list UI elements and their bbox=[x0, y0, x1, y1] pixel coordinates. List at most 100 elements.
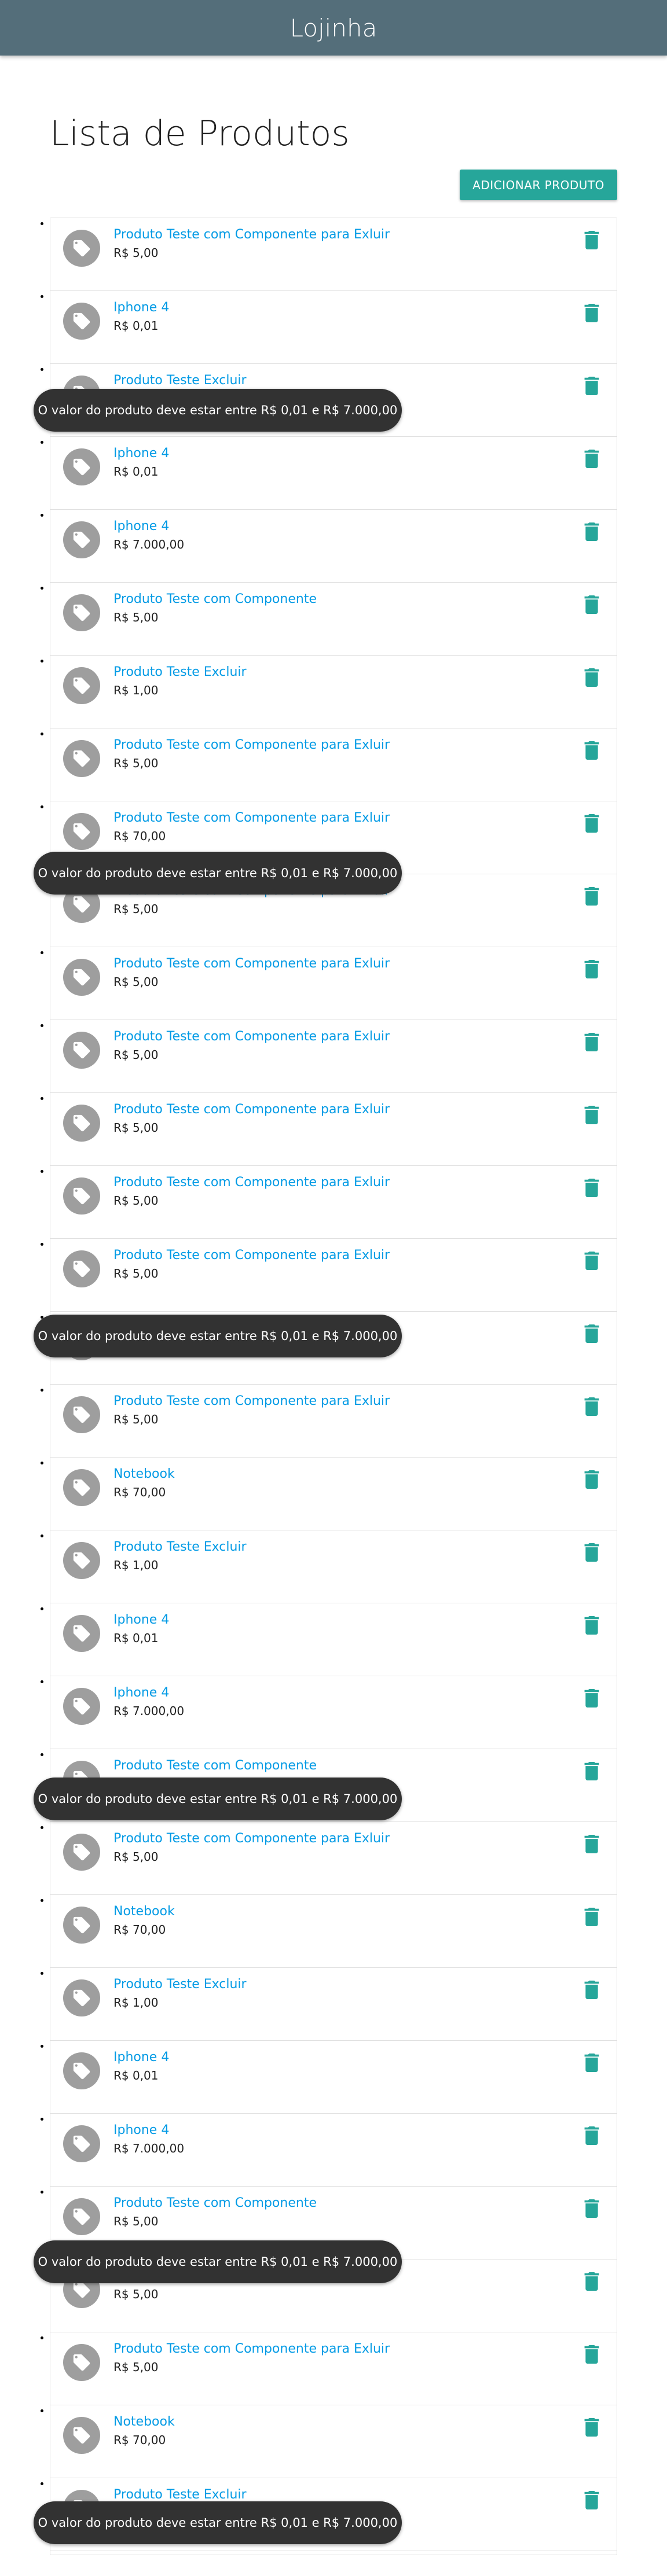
trash-icon[interactable] bbox=[583, 1469, 600, 1490]
tag-icon bbox=[63, 521, 100, 558]
tag-icon bbox=[63, 1907, 100, 1944]
trash-icon[interactable] bbox=[583, 303, 600, 323]
product-name-link[interactable]: Produto Teste com Componente bbox=[113, 592, 317, 606]
product-price: R$ 70,00 bbox=[113, 1485, 166, 1499]
product-list-item: Iphone 4 R$ 0,01 bbox=[50, 291, 617, 364]
product-price: R$ 5,00 bbox=[113, 1121, 159, 1135]
product-price: R$ 5,00 bbox=[113, 246, 159, 260]
error-toast: O valor do produto deve estar entre R$ 0… bbox=[34, 1778, 402, 1820]
product-name-link[interactable]: Iphone 4 bbox=[113, 2123, 169, 2137]
trash-icon[interactable] bbox=[583, 1761, 600, 1782]
trash-icon[interactable] bbox=[583, 2344, 600, 2365]
brand-logo-link[interactable]: Lojinha bbox=[290, 14, 378, 42]
product-name-link[interactable]: Produto Teste com Componente para Exluir bbox=[113, 738, 390, 752]
product-name-link[interactable]: Produto Teste Excluir bbox=[113, 2487, 247, 2502]
product-name-link[interactable]: Produto Teste Excluir bbox=[113, 1540, 247, 1554]
product-price: R$ 0,01 bbox=[113, 1631, 159, 1645]
tag-icon bbox=[63, 1979, 100, 2016]
product-name-link[interactable]: Iphone 4 bbox=[113, 519, 169, 533]
product-name-link[interactable]: Produto Teste com Componente bbox=[113, 2196, 317, 2210]
product-name-link[interactable]: Notebook bbox=[113, 1904, 175, 1919]
product-name-link[interactable]: Produto Teste com Componente para Exluir bbox=[113, 956, 390, 971]
trash-icon[interactable] bbox=[583, 1032, 600, 1053]
product-name-link[interactable]: Produto Teste com Componente para Exluir bbox=[113, 1029, 390, 1044]
tag-icon bbox=[63, 740, 100, 777]
trash-icon[interactable] bbox=[583, 959, 600, 980]
product-name-link[interactable]: Produto Teste com Componente para Exluir bbox=[113, 2342, 390, 2356]
product-list-item: Iphone 4 R$ 0,01 bbox=[50, 2041, 617, 2114]
product-price: R$ 5,00 bbox=[113, 756, 159, 770]
trash-icon[interactable] bbox=[583, 2417, 600, 2438]
trash-icon[interactable] bbox=[583, 1250, 600, 1271]
trash-icon[interactable] bbox=[583, 2490, 600, 2511]
product-list-item: Produto Teste com Componente para Exluir… bbox=[50, 1239, 617, 1312]
product-name-link[interactable]: Produto Teste com Componente para Exluir bbox=[113, 1102, 390, 1117]
product-name-link[interactable]: Notebook bbox=[113, 2415, 175, 2429]
trash-icon[interactable] bbox=[583, 740, 600, 761]
product-name-link[interactable]: Produto Teste com Componente para Exluir bbox=[113, 227, 390, 242]
product-name-link[interactable]: Produto Teste com Componente para Exluir bbox=[113, 1394, 390, 1408]
product-price: R$ 1,00 bbox=[113, 1996, 159, 2010]
product-name-link[interactable]: Produto Teste com Componente para Exluir bbox=[113, 1831, 390, 1846]
trash-icon[interactable] bbox=[583, 1979, 600, 2000]
product-name-link[interactable]: Iphone 4 bbox=[113, 446, 169, 461]
product-name-link[interactable]: Produto Teste com Componente para Exluir bbox=[113, 1175, 390, 1190]
tag-icon bbox=[63, 1688, 100, 1725]
trash-icon[interactable] bbox=[583, 1907, 600, 1927]
trash-icon[interactable] bbox=[583, 376, 600, 396]
product-name-link[interactable]: Iphone 4 bbox=[113, 1686, 169, 1700]
product-name-link[interactable]: Produto Teste com Componente para Exluir bbox=[113, 1248, 390, 1263]
product-name-link[interactable]: Produto Teste com Componente bbox=[113, 1758, 317, 1773]
trash-icon[interactable] bbox=[583, 1177, 600, 1198]
trash-icon[interactable] bbox=[583, 1105, 600, 1125]
product-name-link[interactable]: Iphone 4 bbox=[113, 300, 169, 315]
tag-icon bbox=[63, 2198, 100, 2235]
product-list-item: Iphone 4 R$ 0,01 bbox=[50, 437, 617, 510]
product-price: R$ 5,00 bbox=[113, 610, 159, 624]
product-name-link[interactable]: Notebook bbox=[113, 1467, 175, 1481]
tag-icon bbox=[63, 1542, 100, 1579]
trash-icon[interactable] bbox=[583, 2198, 600, 2219]
product-name-link[interactable]: Produto Teste Excluir bbox=[113, 665, 247, 679]
product-list-item: Produto Teste com Componente para Exluir… bbox=[50, 1385, 617, 1458]
product-price: R$ 7.000,00 bbox=[113, 1704, 185, 1718]
product-name-link[interactable]: Produto Teste Excluir bbox=[113, 373, 247, 388]
product-list-item: Produto Teste com Componente para Exluir… bbox=[50, 1822, 617, 1895]
trash-icon[interactable] bbox=[583, 1688, 600, 1709]
product-name-link[interactable]: Produto Teste Excluir bbox=[113, 1977, 247, 1992]
page-title: Lista de Produtos bbox=[50, 113, 350, 154]
product-list-item: Notebook R$ 70,00 bbox=[50, 2405, 617, 2478]
error-toast: O valor do produto deve estar entre R$ 0… bbox=[34, 2501, 402, 2544]
trash-icon[interactable] bbox=[583, 521, 600, 542]
tag-icon bbox=[63, 448, 100, 485]
tag-icon bbox=[63, 959, 100, 996]
trash-icon[interactable] bbox=[583, 813, 600, 834]
trash-icon[interactable] bbox=[583, 2271, 600, 2292]
tag-icon bbox=[63, 2417, 100, 2454]
trash-icon[interactable] bbox=[583, 2125, 600, 2146]
trash-icon[interactable] bbox=[583, 594, 600, 615]
product-list-item: Produto Teste com Componente para Exluir… bbox=[50, 2332, 617, 2405]
product-list-item: Produto Teste com Componente para Exluir… bbox=[50, 1093, 617, 1166]
product-name-link[interactable]: Iphone 4 bbox=[113, 1613, 169, 1627]
product-name-link[interactable]: Iphone 4 bbox=[113, 2050, 169, 2065]
trash-icon[interactable] bbox=[583, 1323, 600, 1344]
product-price: R$ 70,00 bbox=[113, 2433, 166, 2447]
trash-icon[interactable] bbox=[583, 230, 600, 251]
trash-icon[interactable] bbox=[583, 2052, 600, 2073]
product-price: R$ 5,00 bbox=[113, 1267, 159, 1280]
tag-icon bbox=[63, 2344, 100, 2381]
trash-icon[interactable] bbox=[583, 1396, 600, 1417]
trash-icon[interactable] bbox=[583, 1542, 600, 1563]
trash-icon[interactable] bbox=[583, 448, 600, 469]
product-price: R$ 5,00 bbox=[113, 2360, 159, 2374]
tag-icon bbox=[63, 303, 100, 340]
product-name-link[interactable]: Produto Teste com Componente para Exluir bbox=[113, 811, 390, 825]
tag-icon bbox=[63, 1177, 100, 1215]
trash-icon[interactable] bbox=[583, 1615, 600, 1636]
trash-icon[interactable] bbox=[583, 886, 600, 907]
product-list-item: Produto Teste com Componente para Exluir… bbox=[50, 1166, 617, 1239]
trash-icon[interactable] bbox=[583, 1834, 600, 1854]
trash-icon[interactable] bbox=[583, 667, 600, 688]
add-product-button[interactable]: ADICIONAR PRODUTO bbox=[460, 170, 617, 200]
